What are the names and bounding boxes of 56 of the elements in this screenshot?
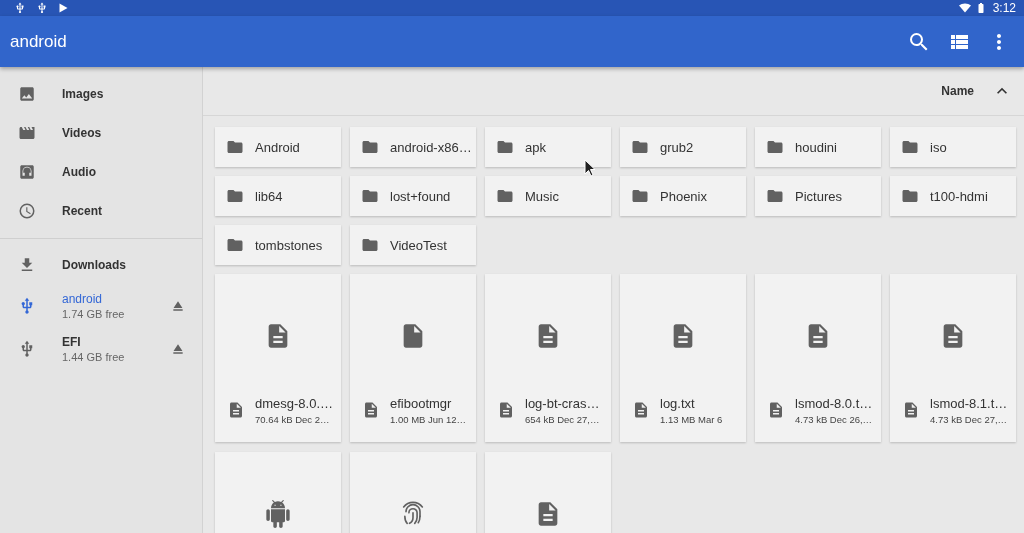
folder-name: Phoenix <box>660 188 707 204</box>
folder-card[interactable]: android-x86… <box>350 127 476 167</box>
app-title: android <box>10 31 67 52</box>
folder-card[interactable]: Phoenix <box>620 176 746 216</box>
folder-card[interactable]: Pictures <box>755 176 881 216</box>
file-card[interactable]: log-bt-cras… 654 kB Dec 27,… <box>485 274 611 442</box>
folder-name: Pictures <box>795 188 842 204</box>
sidebar-item[interactable]: Downloads <box>0 245 202 284</box>
folder-name: grub2 <box>660 139 694 155</box>
sidebar-item[interactable]: Videos <box>0 113 202 152</box>
folder-name: tombstones <box>255 237 323 253</box>
file-name: lsmod-8.1.t… <box>930 395 1008 411</box>
file-name: lsmod-8.0.t… <box>795 395 873 411</box>
folder-name: lost+found <box>390 188 451 204</box>
file-details: 70.64 kB Dec 2… <box>255 413 331 425</box>
folder-card[interactable]: iso <box>890 127 1016 167</box>
folder-card[interactable]: Music <box>485 176 611 216</box>
file-card[interactable]: dmesg-8.0.… 70.64 kB Dec 2… <box>215 274 341 442</box>
file-name: efibootmgr <box>390 395 453 411</box>
sidebar-item[interactable]: Recent <box>0 191 202 230</box>
folder-card[interactable]: Android <box>215 127 341 167</box>
file-details: 4.73 kB Dec 27,… <box>930 413 1008 425</box>
folder-name: Android <box>255 139 300 155</box>
folder-name: apk <box>525 139 546 155</box>
folder-name: android-x86… <box>390 139 472 155</box>
sidebar-item[interactable]: Images <box>0 74 202 113</box>
sidebar-item[interactable]: Audio <box>0 152 202 191</box>
file-details: 1.13 MB Mar 6 <box>660 413 723 425</box>
folder-name: iso <box>930 139 947 155</box>
folder-card[interactable]: lib64 <box>215 176 341 216</box>
folder-name: VideoTest <box>390 237 447 253</box>
sort-button[interactable]: Name <box>941 81 1012 101</box>
file-details: 1.00 MB Jun 12… <box>390 413 467 425</box>
folder-card[interactable]: apk <box>485 127 611 167</box>
file-card[interactable]: lsmod-8.1.t… 4.73 kB Dec 27,… <box>890 274 1016 442</box>
clock-time: 3:12 <box>992 1 1016 15</box>
file-card[interactable]: lsmod-8.0.t… 4.73 kB Dec 26,… <box>755 274 881 442</box>
file-details: 4.73 kB Dec 26,… <box>795 413 873 425</box>
folder-name: lib64 <box>255 188 283 204</box>
folder-card[interactable]: houdini <box>755 127 881 167</box>
sidebar-item[interactable]: EFI 1.44 GB free <box>0 327 202 370</box>
folder-name: houdini <box>795 139 837 155</box>
file-name: log.txt <box>660 395 696 411</box>
folder-card[interactable]: VideoTest <box>350 225 476 265</box>
sidebar-item[interactable]: android 1.74 GB free <box>0 284 202 327</box>
folder-card[interactable]: t100-hdmi <box>890 176 1016 216</box>
folder-name: Music <box>525 188 559 204</box>
folder-name: t100-hdmi <box>930 188 988 204</box>
file-name: log-bt-cras… <box>525 395 600 411</box>
folder-card[interactable]: lost+found <box>350 176 476 216</box>
folder-card[interactable]: grub2 <box>620 127 746 167</box>
file-card[interactable]: log.txt 1.13 MB Mar 6 <box>620 274 746 442</box>
file-card[interactable]: efibootmgr 1.00 MB Jun 12… <box>350 274 476 442</box>
file-details: 654 kB Dec 27,… <box>525 413 600 425</box>
file-name: dmesg-8.0.… <box>255 395 334 411</box>
folder-card[interactable]: tombstones <box>215 225 341 265</box>
